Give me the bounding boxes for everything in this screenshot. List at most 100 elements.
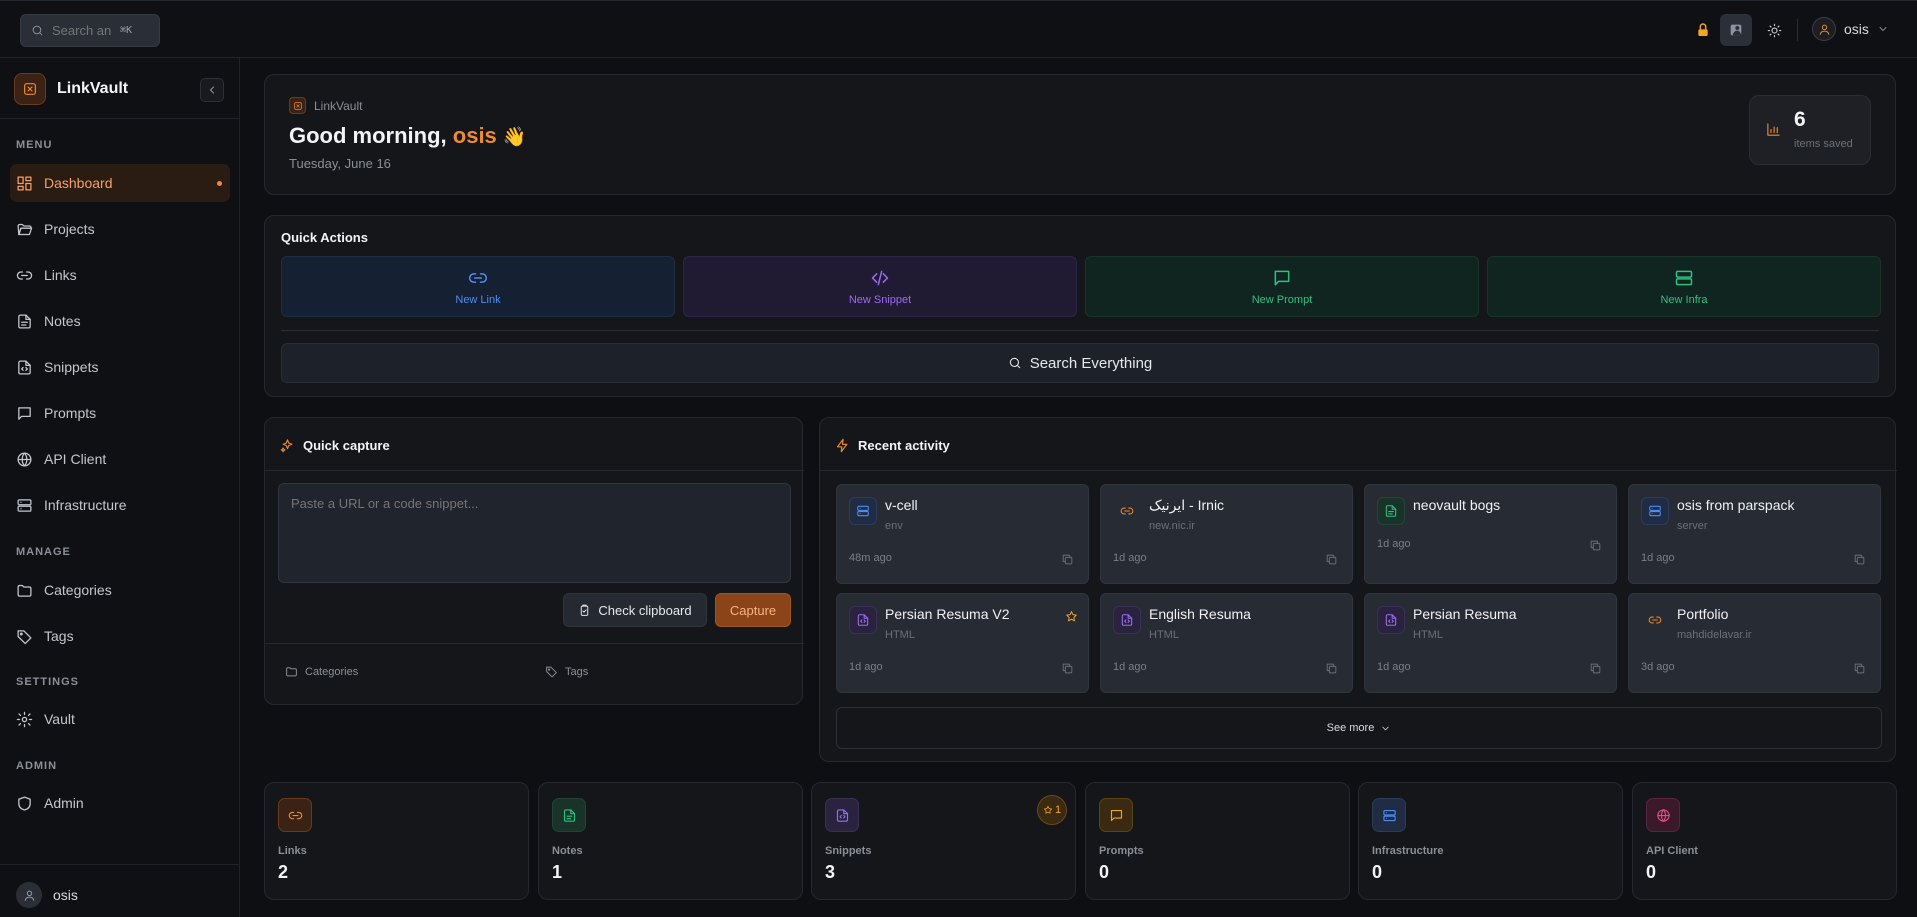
dashboard-icon	[17, 175, 32, 191]
sidebar-item-label: Projects	[44, 221, 95, 237]
sidebar-item-links[interactable]: Links	[10, 256, 230, 294]
star-icon[interactable]	[1065, 610, 1078, 623]
activity-card[interactable]: v-cell env 48m ago	[836, 484, 1089, 584]
globe-icon	[1646, 798, 1680, 832]
activity-card[interactable]: ایرنیک - Irnic new.nic.ir 1d ago	[1100, 484, 1353, 584]
quick-actions-panel: Quick Actions New Link New Snippet New P…	[264, 215, 1896, 397]
quick-actions-divider	[281, 330, 1879, 331]
active-indicator	[217, 181, 222, 186]
stat-card[interactable]: Notes 1	[538, 782, 803, 900]
activity-card[interactable]: Persian Resuma HTML 1d ago	[1364, 593, 1617, 693]
sidebar-item-label: Dashboard	[44, 175, 113, 191]
document-icon	[563, 808, 575, 822]
search-everything-button[interactable]: Search Everything	[281, 343, 1879, 383]
activity-card[interactable]: neovault bogs 1d ago	[1364, 484, 1617, 584]
activity-subtitle: server	[1677, 520, 1708, 532]
server-icon	[849, 497, 877, 525]
see-more-button[interactable]: See more	[836, 707, 1882, 749]
sidebar-item-admin[interactable]: Admin	[10, 784, 230, 822]
sidebar-item-label: Prompts	[44, 405, 97, 421]
user-menu[interactable]: osis	[1812, 17, 1889, 41]
copy-icon[interactable]	[1325, 553, 1338, 566]
brand-logo-icon	[14, 73, 46, 105]
new-link-button[interactable]: New Link	[281, 256, 675, 317]
profile-image-icon[interactable]	[1720, 14, 1752, 46]
chevron-down-icon	[1382, 726, 1390, 730]
server-icon	[1675, 270, 1693, 285]
theme-toggle-sun-icon[interactable]	[1758, 14, 1790, 46]
recent-activity-title: Recent activity	[858, 438, 950, 453]
copy-icon[interactable]	[1589, 539, 1602, 552]
section-label-settings: SETTINGS	[16, 676, 80, 688]
stat-card[interactable]: Prompts 0	[1085, 782, 1350, 900]
stat-label: Links	[278, 845, 307, 857]
sidebar-footer-divider	[0, 864, 240, 865]
sidebar-item-notes[interactable]: Notes	[10, 302, 230, 340]
gear-icon	[16, 711, 33, 727]
stat-value: 0	[1372, 862, 1383, 882]
copy-icon[interactable]	[1853, 553, 1866, 566]
link-icon	[1641, 606, 1669, 634]
new-prompt-button[interactable]: New Prompt	[1085, 256, 1479, 317]
tags-selector[interactable]: Tags	[545, 665, 588, 678]
code-file-icon	[825, 798, 859, 832]
new-infra-button[interactable]: New Infra	[1487, 256, 1881, 317]
recent-activity-panel: Recent activity v-cell env 48m ago ایرنیک -…	[819, 417, 1897, 762]
categories-selector[interactable]: Categories	[285, 665, 358, 678]
sidebar-item-vault[interactable]: Vault	[10, 700, 230, 738]
new-snippet-button[interactable]: New Snippet	[683, 256, 1077, 317]
sidebar-item-categories[interactable]: Categories	[10, 571, 230, 609]
server-icon	[1382, 809, 1396, 821]
sidebar-item-snippets[interactable]: Snippets	[10, 348, 230, 386]
link-icon	[1113, 497, 1141, 525]
lock-icon[interactable]	[1687, 14, 1719, 46]
copy-icon[interactable]	[1589, 662, 1602, 675]
sidebar-item-dashboard[interactable]: Dashboard	[10, 164, 230, 202]
copy-icon[interactable]	[1853, 662, 1866, 675]
search-icon	[31, 24, 44, 37]
stat-label: Notes	[552, 845, 583, 857]
sidebar: LinkVault MENU Dashboard Projects Links …	[0, 58, 240, 917]
brand[interactable]: LinkVault	[14, 73, 128, 105]
server-icon	[1649, 505, 1661, 517]
sidebar-item-infrastructure[interactable]: Infrastructure	[10, 486, 230, 524]
code-file-icon	[1377, 606, 1405, 634]
check-clipboard-button[interactable]: Check clipboard	[563, 593, 707, 627]
section-label-menu: MENU	[16, 139, 53, 151]
activity-card[interactable]: Persian Resuma V2 HTML 1d ago	[836, 593, 1089, 693]
new-snippet-label: New Snippet	[848, 293, 912, 306]
search-input[interactable]	[52, 23, 112, 38]
sidebar-item-api-client[interactable]: API Client	[10, 440, 230, 478]
stat-card[interactable]: Infrastructure 0	[1358, 782, 1623, 900]
global-search[interactable]: ⌘K	[20, 14, 160, 47]
sidebar-item-projects[interactable]: Projects	[10, 210, 230, 248]
code-file-icon	[849, 606, 877, 634]
activity-card[interactable]: Portfolio mahdidelavar.ir 3d ago	[1628, 593, 1881, 693]
stat-card[interactable]: Links 2	[264, 782, 529, 900]
copy-icon[interactable]	[1061, 662, 1074, 675]
collapse-sidebar-button[interactable]	[200, 78, 224, 102]
sidebar-item-tags[interactable]: Tags	[10, 617, 230, 655]
check-clipboard-label: Check clipboard	[598, 602, 692, 618]
stat-label: Snippets	[825, 845, 872, 857]
activity-time: 1d ago	[1641, 552, 1675, 564]
activity-title: neovault bogs	[1413, 497, 1501, 513]
sidebar-user[interactable]: osis	[16, 882, 78, 908]
copy-icon[interactable]	[1325, 662, 1338, 675]
copy-icon[interactable]	[1061, 553, 1074, 566]
chevron-left-icon	[210, 86, 214, 94]
items-saved-count: 6	[1794, 108, 1806, 131]
new-link-label: New Link	[455, 293, 501, 306]
activity-card[interactable]: osis from parspack server 1d ago	[1628, 484, 1881, 584]
sidebar-item-prompts[interactable]: Prompts	[10, 394, 230, 432]
activity-subtitle: mahdidelavar.ir	[1677, 629, 1752, 641]
activity-card[interactable]: English Resuma HTML 1d ago	[1100, 593, 1353, 693]
stat-card[interactable]: Snippets 3 1	[811, 782, 1076, 900]
link-icon	[288, 811, 302, 819]
page-title: Good morning, osis 👋	[289, 123, 527, 149]
capture-button[interactable]: Capture	[715, 593, 791, 627]
capture-input[interactable]	[278, 483, 791, 583]
activity-title: Persian Resuma	[1413, 606, 1517, 622]
stat-card[interactable]: API Client 0	[1632, 782, 1897, 900]
code-file-icon	[18, 359, 31, 375]
